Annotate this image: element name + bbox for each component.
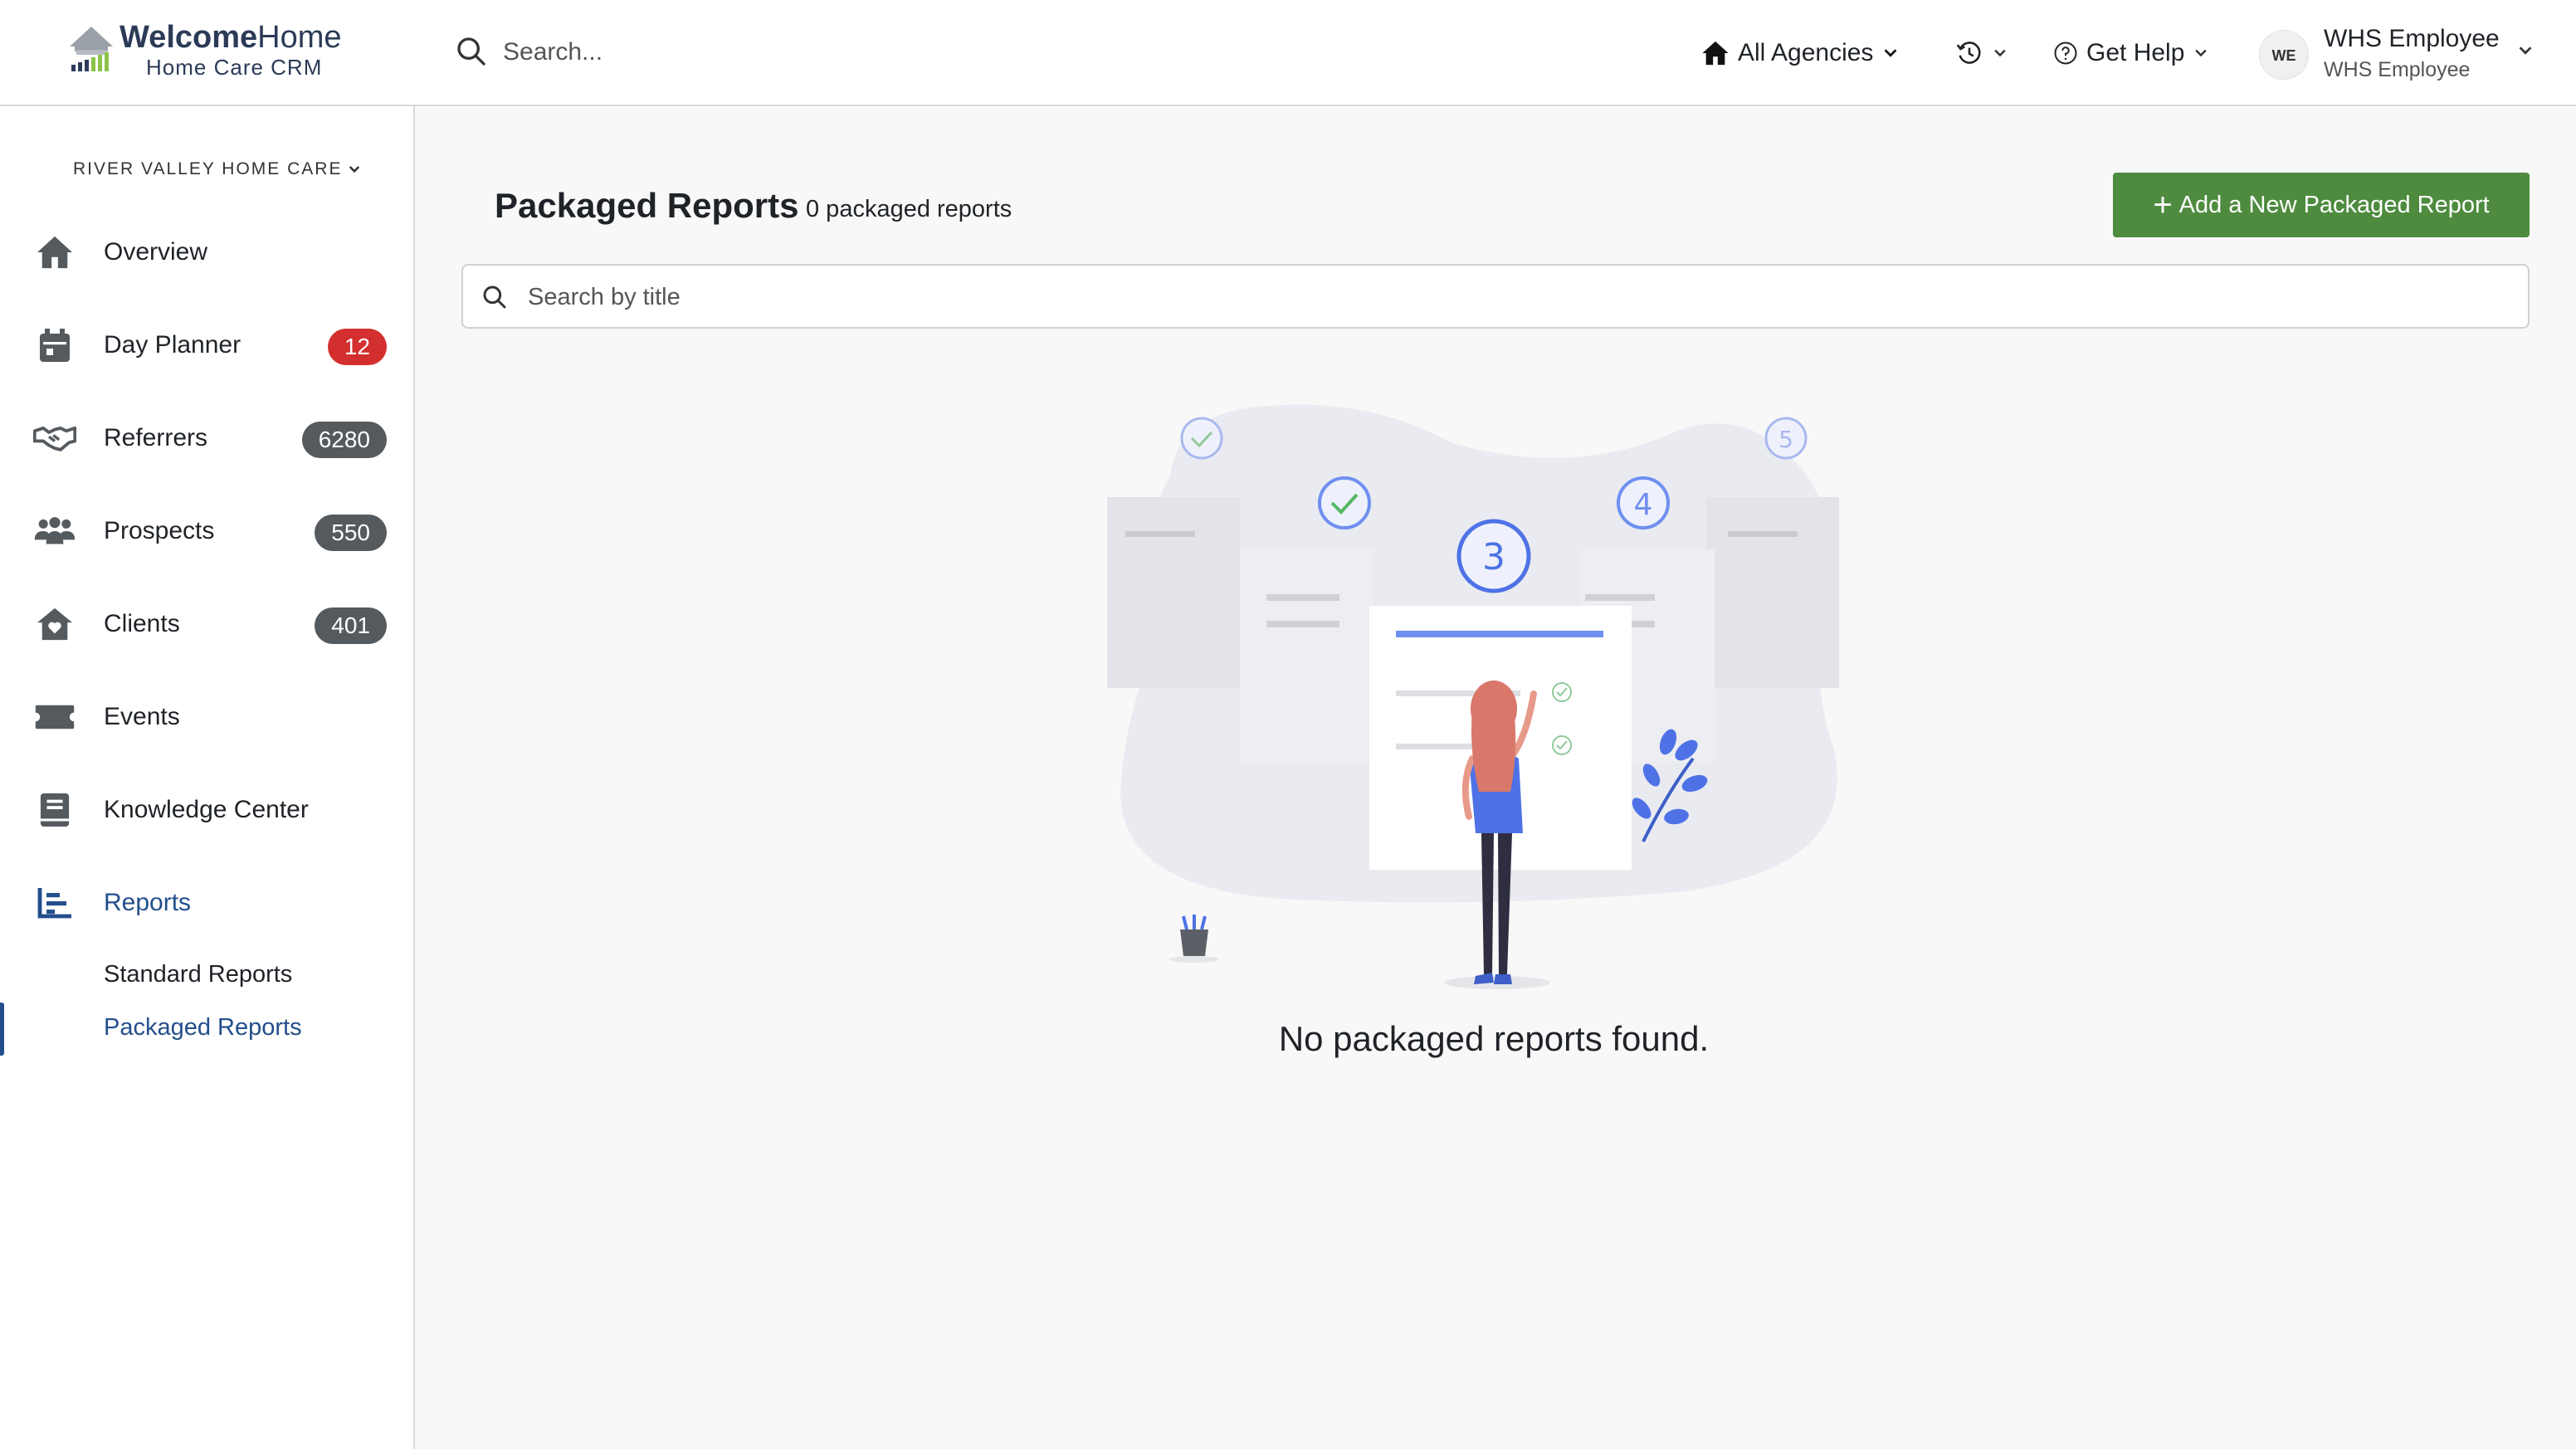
people-icon [33, 515, 76, 548]
count-badge: 12 [327, 329, 387, 365]
sidebar: RIVER VALLEY HOME CARE Overview Day Plan… [0, 106, 415, 1449]
sidebar-item-label: Events [104, 703, 180, 730]
home-icon [33, 236, 76, 269]
search-icon [483, 285, 506, 309]
chevron-down-icon [1994, 49, 2006, 57]
sidebar-item-reports[interactable]: Reports [0, 870, 415, 936]
add-packaged-report-label: Add a New Packaged Report [2178, 191, 2490, 218]
count-badge: 550 [315, 515, 387, 551]
chevron-down-icon [2195, 49, 2208, 57]
empty-state-message: No packaged reports found. [1278, 1019, 1710, 1058]
help-circle-icon [2054, 41, 2077, 65]
sidebar-item-label: Prospects [104, 517, 215, 544]
organization-name: RIVER VALLEY HOME CARE [73, 159, 343, 178]
sidebar-item-events[interactable]: Events [0, 684, 415, 750]
title-search-input[interactable] [528, 276, 2503, 319]
sidebar-item-day-planner[interactable]: Day Planner 12 [0, 312, 415, 378]
global-search-input[interactable] [503, 33, 934, 71]
sidebar-item-label: Knowledge Center [104, 796, 309, 823]
chevron-down-icon [349, 166, 360, 173]
count-badge: 401 [315, 607, 387, 644]
plus-icon: + [2153, 187, 2173, 223]
ticket-icon [33, 700, 76, 734]
brand-logo[interactable]: WelcomeHome Home Care CRM [66, 18, 365, 85]
top-bar: WelcomeHome Home Care CRM All Agencies [0, 0, 2576, 106]
house-logo-icon [70, 27, 113, 71]
sidebar-item-prospects[interactable]: Prospects 550 [0, 498, 415, 564]
search-icon [457, 37, 485, 66]
agency-selector-label: All Agencies [1738, 39, 1874, 66]
user-role: WHS Employee [2324, 58, 2471, 81]
avatar: WE [2259, 30, 2309, 80]
calendar-icon [33, 329, 76, 362]
chevron-down-icon [2519, 46, 2532, 55]
add-packaged-report-button[interactable]: + Add a New Packaged Report [2113, 173, 2530, 237]
sidebar-item-label: Reports [104, 889, 192, 916]
bar-chart-icon [33, 886, 76, 920]
active-indicator [0, 1003, 4, 1056]
get-help-label: Get Help [2086, 39, 2185, 66]
history-icon [1956, 41, 1981, 64]
handshake-icon [33, 422, 76, 455]
sidebar-subitem-standard-reports[interactable]: Standard Reports [104, 958, 292, 991]
sidebar-item-label: Day Planner [104, 331, 242, 359]
sidebar-item-clients[interactable]: Clients 401 [0, 591, 415, 657]
user-name: WHS Employee [2324, 25, 2500, 52]
count-badge: 6280 [301, 422, 387, 458]
page-title: Packaged Reports [495, 186, 799, 225]
sidebar-item-referrers[interactable]: Referrers 6280 [0, 405, 415, 471]
book-icon [33, 793, 76, 827]
house-heart-icon [33, 607, 76, 641]
brand-name: WelcomeHome [120, 20, 342, 55]
sidebar-item-label: Referrers [104, 424, 208, 451]
empty-state-illustration: 3 4 5 [1107, 404, 1839, 989]
chevron-down-icon [1885, 49, 1897, 57]
organization-selector[interactable]: RIVER VALLEY HOME CARE [73, 159, 362, 179]
sidebar-item-knowledge-center[interactable]: Knowledge Center [0, 777, 415, 843]
sidebar-item-label: Overview [104, 238, 208, 266]
title-search[interactable] [461, 264, 2530, 329]
user-menu[interactable]: WE WHS Employee WHS Employee [2259, 23, 2541, 86]
brand-subtitle: Home Care CRM [146, 55, 323, 80]
home-icon [1702, 41, 1729, 66]
step-number-4: 4 [1634, 488, 1653, 522]
sidebar-item-overview[interactable]: Overview [0, 219, 415, 285]
report-count: 0 packaged reports [806, 196, 1012, 222]
step-number-5: 5 [1778, 426, 1793, 453]
agency-selector[interactable]: All Agencies [1701, 32, 1900, 75]
get-help-menu[interactable]: Get Help [2053, 32, 2209, 75]
sidebar-subitem-packaged-reports[interactable]: Packaged Reports [104, 1011, 302, 1044]
recent-history-button[interactable] [1955, 35, 2008, 71]
global-search[interactable] [455, 30, 953, 76]
step-number-3: 3 [1482, 536, 1505, 578]
sidebar-item-label: Clients [104, 610, 180, 637]
